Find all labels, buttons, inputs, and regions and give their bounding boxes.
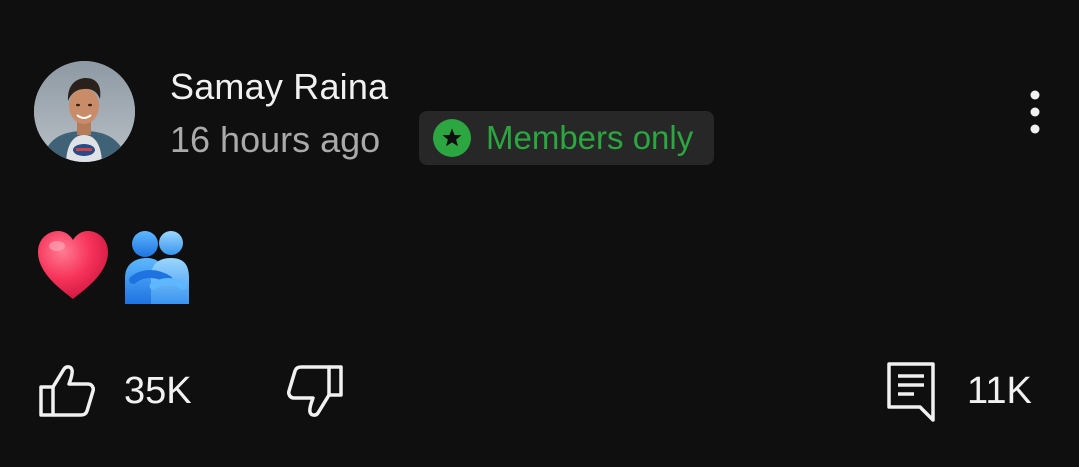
post-content: [35, 228, 191, 304]
like-button[interactable]: [36, 360, 98, 422]
post-timestamp: 16 hours ago: [170, 119, 381, 160]
badge-label: Members only: [486, 119, 694, 156]
more-vert-icon[interactable]: [1016, 86, 1054, 138]
thumbs-down-icon: [284, 365, 346, 426]
like-count: 35K: [124, 370, 192, 412]
members-only-badge: Members only: [419, 111, 714, 165]
red-heart-emoji: [35, 228, 111, 304]
dislike-button[interactable]: [284, 360, 346, 422]
comment-count: 11K: [967, 370, 1032, 412]
thumbs-up-icon: [36, 365, 98, 426]
author-name[interactable]: Samay Raina: [170, 66, 388, 108]
people-hugging-emoji: [123, 228, 191, 304]
comment-button[interactable]: [883, 358, 941, 424]
author-avatar[interactable]: [34, 61, 135, 162]
comment-icon: [883, 362, 941, 428]
community-post: Samay Raina 16 hours ago Members only 35…: [0, 0, 1079, 467]
star-icon: [433, 119, 471, 157]
